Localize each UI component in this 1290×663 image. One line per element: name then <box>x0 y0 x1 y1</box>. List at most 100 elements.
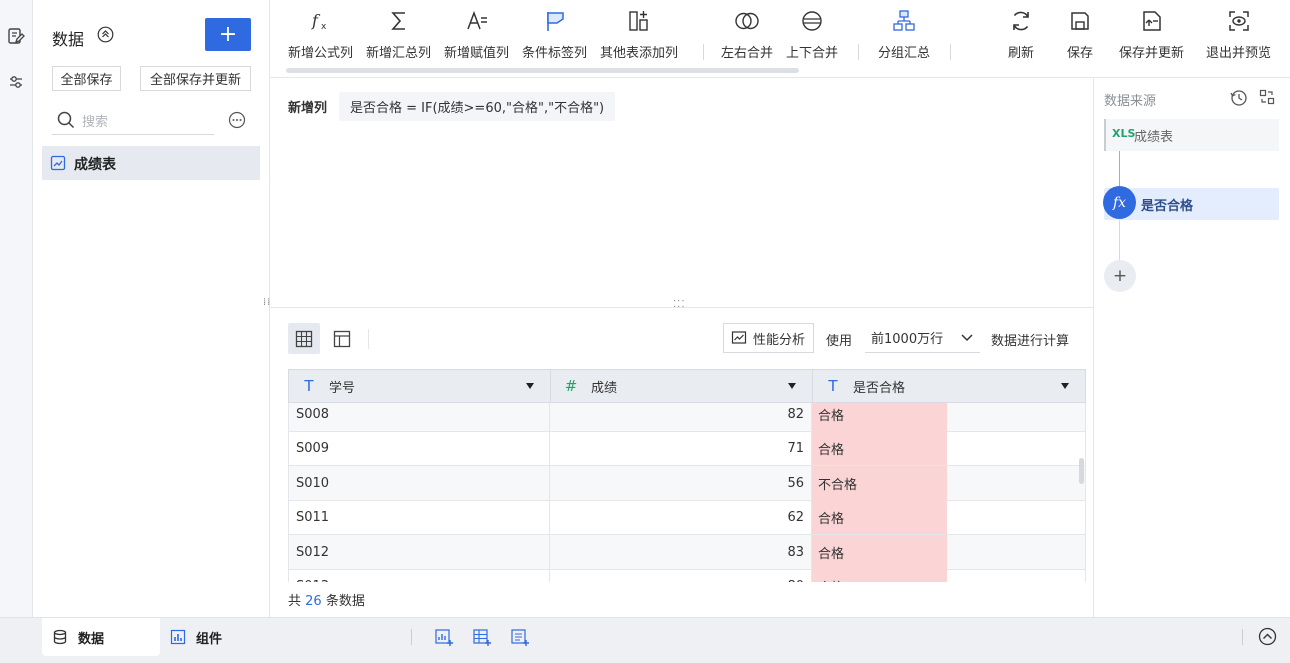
column-menu-arrow-icon[interactable] <box>1061 383 1069 389</box>
refresh-button[interactable]: 刷新 <box>1008 8 1034 64</box>
formula-label: 新增列 <box>288 101 328 116</box>
add-column-icon <box>626 8 652 34</box>
toolbar-label: 新增赋值列 <box>444 46 510 61</box>
tab-components[interactable]: 组件 <box>170 618 222 656</box>
exit-preview-icon <box>1226 8 1252 34</box>
add-report-icon[interactable] <box>510 627 530 647</box>
column-menu-arrow-icon[interactable] <box>526 383 534 389</box>
cell-id: S010 <box>288 466 550 500</box>
table-view-button[interactable] <box>288 323 320 354</box>
text-type-icon: T <box>304 377 314 395</box>
expand-icon[interactable] <box>1259 89 1275 105</box>
add-formula-column-button[interactable]: fx 新增公式列 <box>288 8 353 64</box>
data-source-title: 数据来源 <box>1104 94 1157 109</box>
merge-horizontal-button[interactable]: 左右合并 <box>721 8 773 64</box>
cell-score: 56 <box>550 466 812 500</box>
table-scrollbar[interactable] <box>1079 458 1084 484</box>
number-type-icon: # <box>564 377 578 395</box>
table-row[interactable]: S009 71 合格 <box>288 431 1086 466</box>
data-source-panel: 数据来源 XLS 成绩表 fx 是否合格 + <box>1093 78 1290 617</box>
add-assign-column-button[interactable]: 新增赋值列 <box>444 8 509 64</box>
column-menu-arrow-icon[interactable] <box>788 383 796 389</box>
fx-icon: fx <box>308 8 334 34</box>
flow-connector <box>1119 151 1120 188</box>
cell-score: 71 <box>550 431 812 465</box>
table-row[interactable]: S008 82 合格 <box>288 403 1086 432</box>
collapse-up-icon[interactable] <box>97 26 114 43</box>
svg-text:x: x <box>321 22 327 32</box>
merge-vertical-button[interactable]: 上下合并 <box>786 8 838 64</box>
column-header-score[interactable]: # 成绩 <box>551 370 813 402</box>
save-all-update-button[interactable]: 全部保存并更新 <box>140 66 251 91</box>
performance-analysis-button[interactable]: 性能分析 <box>723 323 814 353</box>
group-summary-button[interactable]: 分组汇总 <box>878 8 930 64</box>
save-button[interactable]: 保存 <box>1067 8 1093 64</box>
add-summary-column-button[interactable]: 新增汇总列 <box>366 8 431 64</box>
toolbar-label: 左右合并 <box>721 46 774 61</box>
table-list-item[interactable]: 成绩表 <box>42 146 260 180</box>
formula-area: 新增列 是否合格 = IF(成绩>=60,"合格","不合格") <box>270 78 1093 308</box>
column-name: 成绩 <box>591 380 618 396</box>
column-header-id[interactable]: T 学号 <box>289 370 551 402</box>
exit-preview-button[interactable]: 退出并预览 <box>1206 8 1271 64</box>
source-node[interactable]: XLS 成绩表 <box>1104 119 1279 151</box>
cell-pass-value: 合格 <box>818 408 845 424</box>
toolbar-label: 其他表添加列 <box>600 46 679 61</box>
table-row[interactable]: S010 56 不合格 <box>288 466 1086 501</box>
history-icon[interactable] <box>1230 89 1248 107</box>
horizontal-resize-handle[interactable]: ⁚⁚⁚ <box>673 300 686 310</box>
search-input[interactable]: 搜索 <box>52 107 214 135</box>
bar-chart-icon <box>170 629 186 645</box>
column-header-pass[interactable]: T 是否合格 <box>813 370 1085 402</box>
toolbar-scrollbar[interactable] <box>286 68 799 73</box>
add-column-from-table-button[interactable]: 其他表添加列 <box>600 8 678 64</box>
add-component-icon[interactable] <box>434 627 454 647</box>
cell-score: 80 <box>550 569 812 582</box>
cell-pass-value: 合格 <box>812 577 844 583</box>
flag-icon <box>542 8 568 34</box>
row-limit-value: 前1000万行 <box>871 332 944 347</box>
row-count: 共 26 条数据 <box>288 590 365 609</box>
add-table-button[interactable]: + <box>205 18 251 51</box>
left-rail <box>0 0 33 617</box>
more-icon[interactable] <box>228 111 246 129</box>
row-count-suffix: 条数据 <box>325 594 365 609</box>
layout-view-button[interactable] <box>326 323 358 354</box>
bottom-divider <box>411 629 412 645</box>
cell-score: 83 <box>550 535 812 569</box>
calc-label: 数据进行计算 <box>991 334 1070 349</box>
toolbar-label: 条件标签列 <box>522 46 588 61</box>
condition-tag-column-button[interactable]: 条件标签列 <box>522 8 587 64</box>
cell-pass: 合格 <box>812 500 1086 534</box>
add-step-button[interactable]: + <box>1104 260 1136 292</box>
formula-expression[interactable]: 是否合格 = IF(成绩>=60,"合格","不合格") <box>339 92 616 121</box>
toolbar-label: 上下合并 <box>786 46 839 61</box>
performance-label: 性能分析 <box>753 332 806 348</box>
column-name: 是否合格 <box>853 380 906 396</box>
cell-pass: 合格 <box>812 569 1086 582</box>
tab-label: 组件 <box>196 631 223 647</box>
table-row[interactable]: S013 80 合格 <box>288 569 1086 582</box>
row-count-prefix: 共 <box>288 594 302 609</box>
toolbar-divider <box>703 44 704 60</box>
row-limit-select[interactable]: 前1000万行 <box>865 323 980 353</box>
toolbar-label: 刷新 <box>1008 46 1035 61</box>
table-name: 成绩表 <box>74 157 116 173</box>
toolbar-label: 退出并预览 <box>1206 46 1272 61</box>
collapse-up-icon[interactable] <box>1258 627 1277 646</box>
cell-pass: 不合格 <box>812 466 1086 500</box>
table-grid-icon <box>295 330 313 347</box>
save-all-button[interactable]: 全部保存 <box>52 66 121 91</box>
add-table-component-icon[interactable] <box>472 627 492 647</box>
save-update-button[interactable]: 保存并更新 <box>1119 8 1184 64</box>
row-count-value: 26 <box>305 594 322 609</box>
step-node-pass[interactable]: fx 是否合格 <box>1103 186 1279 220</box>
vertical-resize-handle[interactable]: ⁞⁞ <box>263 298 271 308</box>
toolbar-label: 保存 <box>1067 46 1094 61</box>
filter-settings-icon[interactable] <box>6 72 26 92</box>
table-row[interactable]: S011 62 合格 <box>288 500 1086 535</box>
table-row[interactable]: S012 83 合格 <box>288 535 1086 570</box>
edit-data-icon[interactable] <box>6 26 26 46</box>
tab-data[interactable]: 数据 <box>42 618 160 656</box>
step-name: 是否合格 <box>1141 199 1194 214</box>
